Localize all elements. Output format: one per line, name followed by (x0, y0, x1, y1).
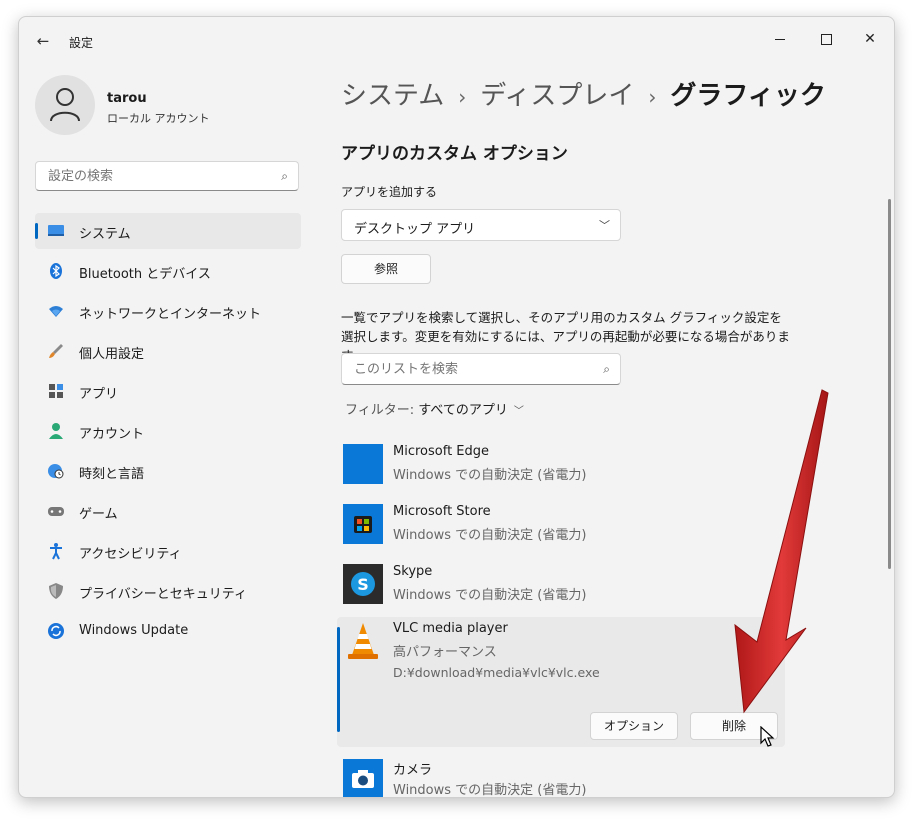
sidebar-item-label: プライバシーとセキュリティ (79, 587, 247, 602)
app-row-skype[interactable]: S Skype Windows での自動決定 (省電力) (337, 560, 785, 612)
app-name: カメラ (393, 763, 433, 778)
mouse-cursor-icon (760, 726, 775, 747)
chevron-down-icon: ﹀ (599, 219, 610, 232)
edge-icon (343, 444, 383, 484)
update-icon (48, 623, 64, 639)
sidebar-nav: システム Bluetooth とデバイス ネットワークとインターネット 個人用設… (35, 213, 301, 653)
avatar[interactable] (35, 75, 95, 135)
breadcrumb: システム › ディスプレイ › グラフィック (341, 75, 826, 112)
sidebar-item-accounts[interactable]: アカウント (35, 413, 301, 449)
sidebar-item-accessibility[interactable]: アクセシビリティ (35, 533, 301, 569)
app-setting: Windows での自動決定 (省電力) (393, 588, 587, 603)
breadcrumb-separator: › (458, 85, 467, 109)
store-icon (343, 504, 383, 544)
sidebar-item-network[interactable]: ネットワークとインターネット (35, 293, 301, 329)
bluetooth-icon (50, 263, 62, 279)
camera-icon (343, 759, 383, 797)
app-path: D:¥download¥media¥vlc¥vlc.exe (393, 665, 600, 680)
add-app-label: アプリを追加する (341, 185, 438, 199)
app-type-value: デスクトップ アプリ (354, 222, 476, 237)
active-indicator (35, 223, 38, 239)
app-name: Skype (393, 564, 433, 579)
app-row-camera[interactable]: カメラ Windows での自動決定 (省電力) (337, 755, 785, 798)
chevron-down-icon: ﹀ (513, 406, 524, 417)
person-icon (50, 88, 80, 122)
sidebar-item-bluetooth[interactable]: Bluetooth とデバイス (35, 253, 301, 289)
window-title: 設定 (69, 36, 94, 50)
sidebar-item-personalization[interactable]: 個人用設定 (35, 333, 301, 369)
settings-search-input[interactable] (46, 168, 270, 185)
sidebar-item-system[interactable]: システム (35, 213, 301, 249)
user-name: tarou (107, 91, 147, 106)
skype-icon: S (343, 564, 383, 604)
sidebar-item-label: 個人用設定 (79, 347, 145, 362)
app-row-vlc[interactable]: VLC media player 高パフォーマンス D:¥download¥me… (337, 617, 785, 747)
sidebar-item-windows-update[interactable]: Windows Update (35, 613, 301, 649)
maximize-icon (820, 33, 832, 45)
app-setting: 高パフォーマンス (393, 645, 497, 660)
monitor-icon (48, 225, 64, 236)
close-button[interactable]: ✕ (850, 25, 890, 53)
app-setting: Windows での自動決定 (省電力) (393, 528, 587, 543)
globe-clock-icon (48, 464, 64, 479)
list-search-input[interactable] (352, 361, 586, 378)
account-type: ローカル アカウント (107, 112, 210, 125)
app-type-dropdown[interactable]: デスクトップ アプリ ﹀ (341, 209, 621, 241)
sidebar-item-label: アカウント (79, 427, 145, 442)
sidebar-item-label: アクセシビリティ (79, 547, 182, 562)
sidebar-item-time-language[interactable]: 時刻と言語 (35, 453, 301, 489)
apps-icon (49, 384, 63, 398)
app-setting: Windows での自動決定 (省電力) (393, 468, 587, 483)
breadcrumb-system[interactable]: システム (341, 81, 444, 111)
sidebar-item-label: Windows Update (79, 623, 189, 638)
maximize-button[interactable] (806, 25, 846, 53)
sidebar-item-apps[interactable]: アプリ (35, 373, 301, 409)
sidebar-item-label: アプリ (79, 387, 119, 402)
vlc-cone-icon (348, 623, 378, 659)
app-row-store[interactable]: Microsoft Store Windows での自動決定 (省電力) (337, 500, 785, 552)
scrollbar[interactable] (888, 199, 891, 569)
breadcrumb-separator: › (648, 85, 657, 109)
person-icon (49, 423, 63, 439)
title-bar: ← 設定 ✕ (19, 17, 894, 57)
minimize-icon (775, 38, 785, 40)
app-setting: Windows での自動決定 (省電力) (393, 783, 587, 798)
app-row-edge[interactable]: Microsoft Edge Windows での自動決定 (省電力) (337, 440, 785, 492)
sidebar-item-label: ネットワークとインターネット (79, 307, 262, 322)
shield-icon (49, 583, 63, 599)
section-title: アプリのカスタム オプション (341, 144, 568, 164)
sidebar-item-privacy[interactable]: プライバシーとセキュリティ (35, 573, 301, 609)
sidebar-item-label: Bluetooth とデバイス (79, 267, 211, 282)
browse-button[interactable]: 参照 (341, 254, 431, 284)
filter-value: すべてのアプリ (418, 403, 508, 418)
brush-icon (49, 344, 63, 358)
svg-text:S: S (357, 575, 369, 594)
search-icon: ⌕ (281, 169, 288, 183)
sidebar-item-gaming[interactable]: ゲーム (35, 493, 301, 529)
filter-dropdown[interactable]: フィルター: すべてのアプリ ﹀ (345, 399, 524, 418)
page-title: グラフィック (670, 81, 826, 111)
app-name: Microsoft Store (393, 504, 491, 519)
minimize-button[interactable] (760, 25, 800, 53)
settings-window: ← 設定 ✕ tarou ローカル アカウント ⌕ システム Bluetooth… (18, 16, 895, 798)
app-name: Microsoft Edge (393, 444, 490, 459)
accessibility-icon (50, 543, 62, 560)
back-arrow-icon[interactable]: ← (33, 31, 53, 51)
app-name: VLC media player (393, 621, 508, 636)
gamepad-icon (48, 507, 64, 516)
sidebar-item-label: システム (79, 227, 131, 242)
breadcrumb-display[interactable]: ディスプレイ (480, 81, 634, 111)
sidebar-item-label: 時刻と言語 (79, 467, 145, 482)
settings-search[interactable]: ⌕ (35, 161, 299, 191)
filter-label: フィルター: (345, 403, 419, 418)
sidebar-item-label: ゲーム (79, 507, 118, 522)
options-button[interactable]: オプション (590, 712, 678, 740)
list-search[interactable]: ⌕ (341, 353, 621, 385)
wifi-icon (49, 306, 63, 317)
search-icon: ⌕ (603, 362, 610, 376)
selection-indicator (337, 627, 340, 732)
close-icon: ✕ (864, 31, 876, 47)
